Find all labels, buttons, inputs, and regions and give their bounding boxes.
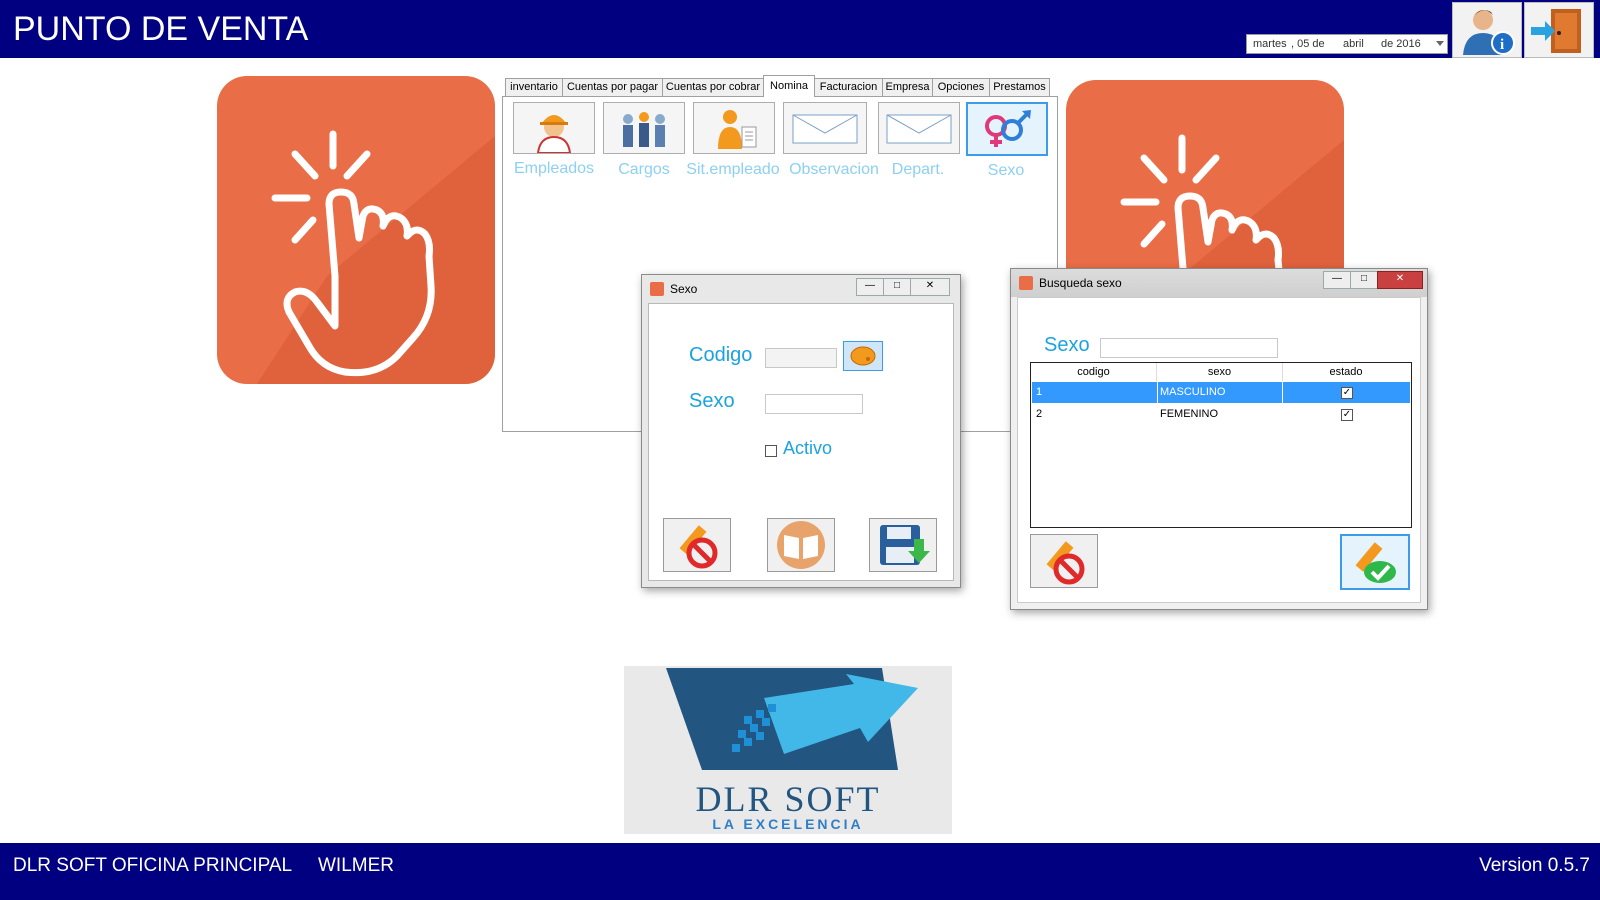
worker-icon: [536, 115, 572, 154]
tab-nomina[interactable]: Nomina: [763, 75, 815, 97]
busqueda-window-title: Busqueda sexo: [1039, 276, 1122, 290]
search-sexo-label: Sexo: [1044, 334, 1090, 356]
empleados-button[interactable]: [513, 102, 595, 154]
date-weekday: martes: [1253, 38, 1287, 50]
sexo-window: Sexo — □ ✕ Codigo Sexo Activo: [641, 274, 961, 588]
tab-opciones[interactable]: Opciones: [932, 78, 990, 96]
cell-codigo: 1: [1036, 386, 1043, 398]
column-header-codigo[interactable]: codigo: [1031, 363, 1157, 381]
logo-name: DLR SOFT: [695, 779, 881, 819]
sit-empleado-button[interactable]: [693, 102, 775, 154]
envelope-icon: [792, 114, 858, 144]
user-info-icon: i: [1463, 10, 1515, 55]
search-codigo-button[interactable]: [843, 341, 883, 371]
company-logo: DLR SOFT LA EXCELENCIA: [624, 666, 952, 834]
search-sexo-input[interactable]: [1100, 338, 1278, 358]
chat-bubble-icon: [850, 346, 876, 366]
tab-prestamos[interactable]: Prestamos: [989, 78, 1050, 96]
app-icon: [650, 282, 664, 296]
tab-inventario[interactable]: inventario: [505, 78, 563, 96]
cell-sexo: MASCULINO: [1160, 386, 1226, 398]
exit-button[interactable]: [1524, 2, 1594, 58]
minimize-button[interactable]: —: [1323, 271, 1351, 289]
app-icon: [1019, 276, 1033, 290]
close-button[interactable]: ✕: [910, 278, 950, 296]
date-picker[interactable]: martes , 05 de abril de 2016: [1246, 34, 1448, 54]
gender-icon: [985, 110, 1031, 147]
envelope-icon: [886, 114, 952, 144]
logo-tagline: LA EXCELENCIA: [712, 816, 864, 832]
cancel-button[interactable]: [1030, 534, 1098, 588]
accept-button[interactable]: [1340, 534, 1410, 590]
table-row[interactable]: 2 FEMENINO ✓: [1032, 404, 1410, 425]
touch-hand-icon: [257, 130, 495, 384]
touch-tile-left[interactable]: [217, 76, 495, 384]
estado-checkbox[interactable]: ✓: [1341, 409, 1353, 421]
busqueda-window: Busqueda sexo — □ ✕ Sexo codigo sexo est…: [1010, 268, 1428, 610]
user-name: WILMER: [318, 855, 394, 876]
save-button[interactable]: [869, 518, 937, 572]
column-header-sexo[interactable]: sexo: [1157, 363, 1283, 381]
sexo-field[interactable]: [765, 394, 863, 414]
cargos-label: Cargos: [618, 161, 670, 178]
tab-cuentas-por-pagar[interactable]: Cuentas por pagar: [562, 78, 663, 96]
logo-graphic: [666, 668, 918, 770]
sexo-field-label: Sexo: [689, 390, 735, 412]
office-name: DLR SOFT OFICINA PRINCIPAL: [13, 855, 293, 876]
maximize-button[interactable]: □: [1350, 271, 1378, 289]
accept-edit-icon: [1355, 542, 1396, 583]
touch-tile-right[interactable]: [1066, 80, 1344, 280]
codigo-label: Codigo: [689, 344, 753, 366]
floppy-disk-icon: [880, 525, 930, 565]
table-row[interactable]: 1 MASCULINO ✓: [1032, 382, 1410, 403]
codigo-field[interactable]: [765, 348, 837, 368]
cell-codigo: 2: [1036, 408, 1043, 420]
busqueda-body: Sexo codigo sexo estado 1 MASCULINO ✓ 2 …: [1017, 297, 1421, 603]
maximize-button[interactable]: □: [883, 278, 911, 296]
sexo-label: Sexo: [987, 162, 1025, 179]
sexo-window-title: Sexo: [670, 282, 698, 296]
activo-label: Activo: [783, 438, 833, 458]
date-month: abril: [1343, 38, 1364, 50]
cancel-edit-icon: [679, 525, 718, 569]
chevron-down-icon[interactable]: [1436, 41, 1444, 46]
cancel-button[interactable]: [663, 518, 731, 572]
tab-empresa[interactable]: Empresa: [882, 78, 933, 96]
book-icon: [777, 521, 825, 569]
cargos-button[interactable]: [603, 102, 685, 154]
cell-sexo: FEMENINO: [1160, 408, 1219, 420]
status-bar: DLR SOFT OFICINA PRINCIPAL WILMER Versio…: [0, 843, 1600, 900]
header-bar: PUNTO DE VENTA martes , 05 de abril de 2…: [0, 0, 1600, 58]
sexo-form-body: Codigo Sexo Activo: [648, 303, 954, 581]
cancel-edit-icon: [1046, 541, 1085, 585]
tab-facturacion[interactable]: Facturacion: [814, 78, 883, 96]
person-document-icon: [718, 110, 757, 149]
app-title: PUNTO DE VENTA: [13, 10, 309, 48]
empleados-label: Empleados: [513, 160, 595, 177]
depart-label: Depart.: [891, 161, 945, 178]
activo-checkbox[interactable]: [765, 445, 777, 457]
results-table: codigo sexo estado 1 MASCULINO ✓ 2 FEMEN…: [1030, 362, 1412, 528]
minimize-button[interactable]: —: [856, 278, 884, 296]
sexo-window-titlebar[interactable]: Sexo — □ ✕: [642, 275, 960, 303]
people-icon: [623, 112, 665, 147]
column-header-estado[interactable]: estado: [1283, 363, 1409, 381]
date-year: de 2016: [1381, 38, 1421, 50]
date-day: , 05 de: [1291, 38, 1325, 50]
open-button[interactable]: [767, 518, 835, 572]
sexo-button[interactable]: [966, 102, 1048, 156]
version-text: Version 0.5.7: [1479, 855, 1590, 876]
touch-hand-icon: [1120, 134, 1344, 280]
estado-checkbox[interactable]: ✓: [1341, 387, 1353, 399]
exit-door-icon: [1531, 9, 1581, 53]
depart-button[interactable]: [878, 102, 960, 154]
tab-cuentas-por-cobrar[interactable]: Cuentas por cobrar: [662, 78, 764, 96]
user-info-button[interactable]: i: [1452, 2, 1522, 58]
svg-text:i: i: [1500, 37, 1504, 53]
close-button[interactable]: ✕: [1377, 271, 1423, 289]
observacion-button[interactable]: [783, 102, 867, 154]
sit-empleado-label: Sit.empleado: [686, 161, 780, 178]
busqueda-window-titlebar[interactable]: Busqueda sexo — □ ✕: [1011, 269, 1427, 297]
